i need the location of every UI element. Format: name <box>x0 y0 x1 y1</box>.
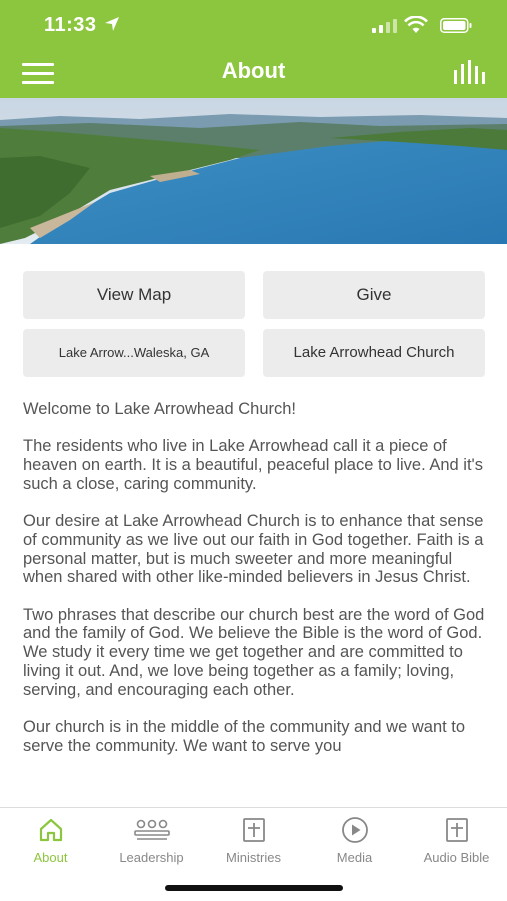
page-title: About <box>221 58 286 83</box>
battery-icon <box>440 18 472 33</box>
cellular-signal-icon <box>372 19 397 33</box>
paragraph: Two phrases that describe our church bes… <box>23 605 485 699</box>
plus-square-icon <box>242 818 265 842</box>
location-arrow-icon <box>105 17 119 31</box>
tab-label: Leadership <box>119 850 184 865</box>
tab-audio-bible[interactable]: Audio Bible <box>406 816 507 865</box>
view-map-button[interactable]: View Map <box>23 271 245 319</box>
tab-media[interactable]: Media <box>304 816 405 865</box>
people-icon <box>133 819 170 840</box>
paragraph: Our church is in the middle of the commu… <box>23 717 466 755</box>
about-content: Welcome to Lake Arrowhead Church! The re… <box>23 400 493 805</box>
tab-about[interactable]: About <box>0 816 101 865</box>
status-bar: 11:33 <box>0 0 507 48</box>
nav-bar: About <box>0 48 507 98</box>
tab-label: About <box>33 850 68 865</box>
church-name-button[interactable]: Lake Arrowhead Church <box>263 329 485 377</box>
play-circle-icon <box>341 817 368 843</box>
tab-label: Audio Bible <box>423 850 490 865</box>
wifi-icon <box>404 16 428 33</box>
paragraph: Our desire at Lake Arrowhead Church is t… <box>23 512 484 587</box>
bar-chart-icon[interactable] <box>453 60 487 84</box>
tab-ministries[interactable]: Ministries <box>203 816 304 865</box>
home-icon <box>39 818 62 842</box>
status-time: 11:33 <box>44 14 97 36</box>
paragraph: The residents who live in Lake Arrowhead… <box>23 437 483 493</box>
paragraph: Welcome to Lake Arrowhead Church! <box>23 400 296 418</box>
tab-label: Ministries <box>226 850 281 865</box>
home-indicator[interactable] <box>165 885 343 891</box>
tab-leadership[interactable]: Leadership <box>101 816 202 865</box>
give-button[interactable]: Give <box>263 271 485 319</box>
address-button[interactable]: Lake Arrow...Waleska, GA <box>23 329 245 377</box>
tab-label: Media <box>336 850 373 865</box>
plus-square-icon <box>445 818 468 842</box>
hero-lake-image <box>0 98 507 244</box>
